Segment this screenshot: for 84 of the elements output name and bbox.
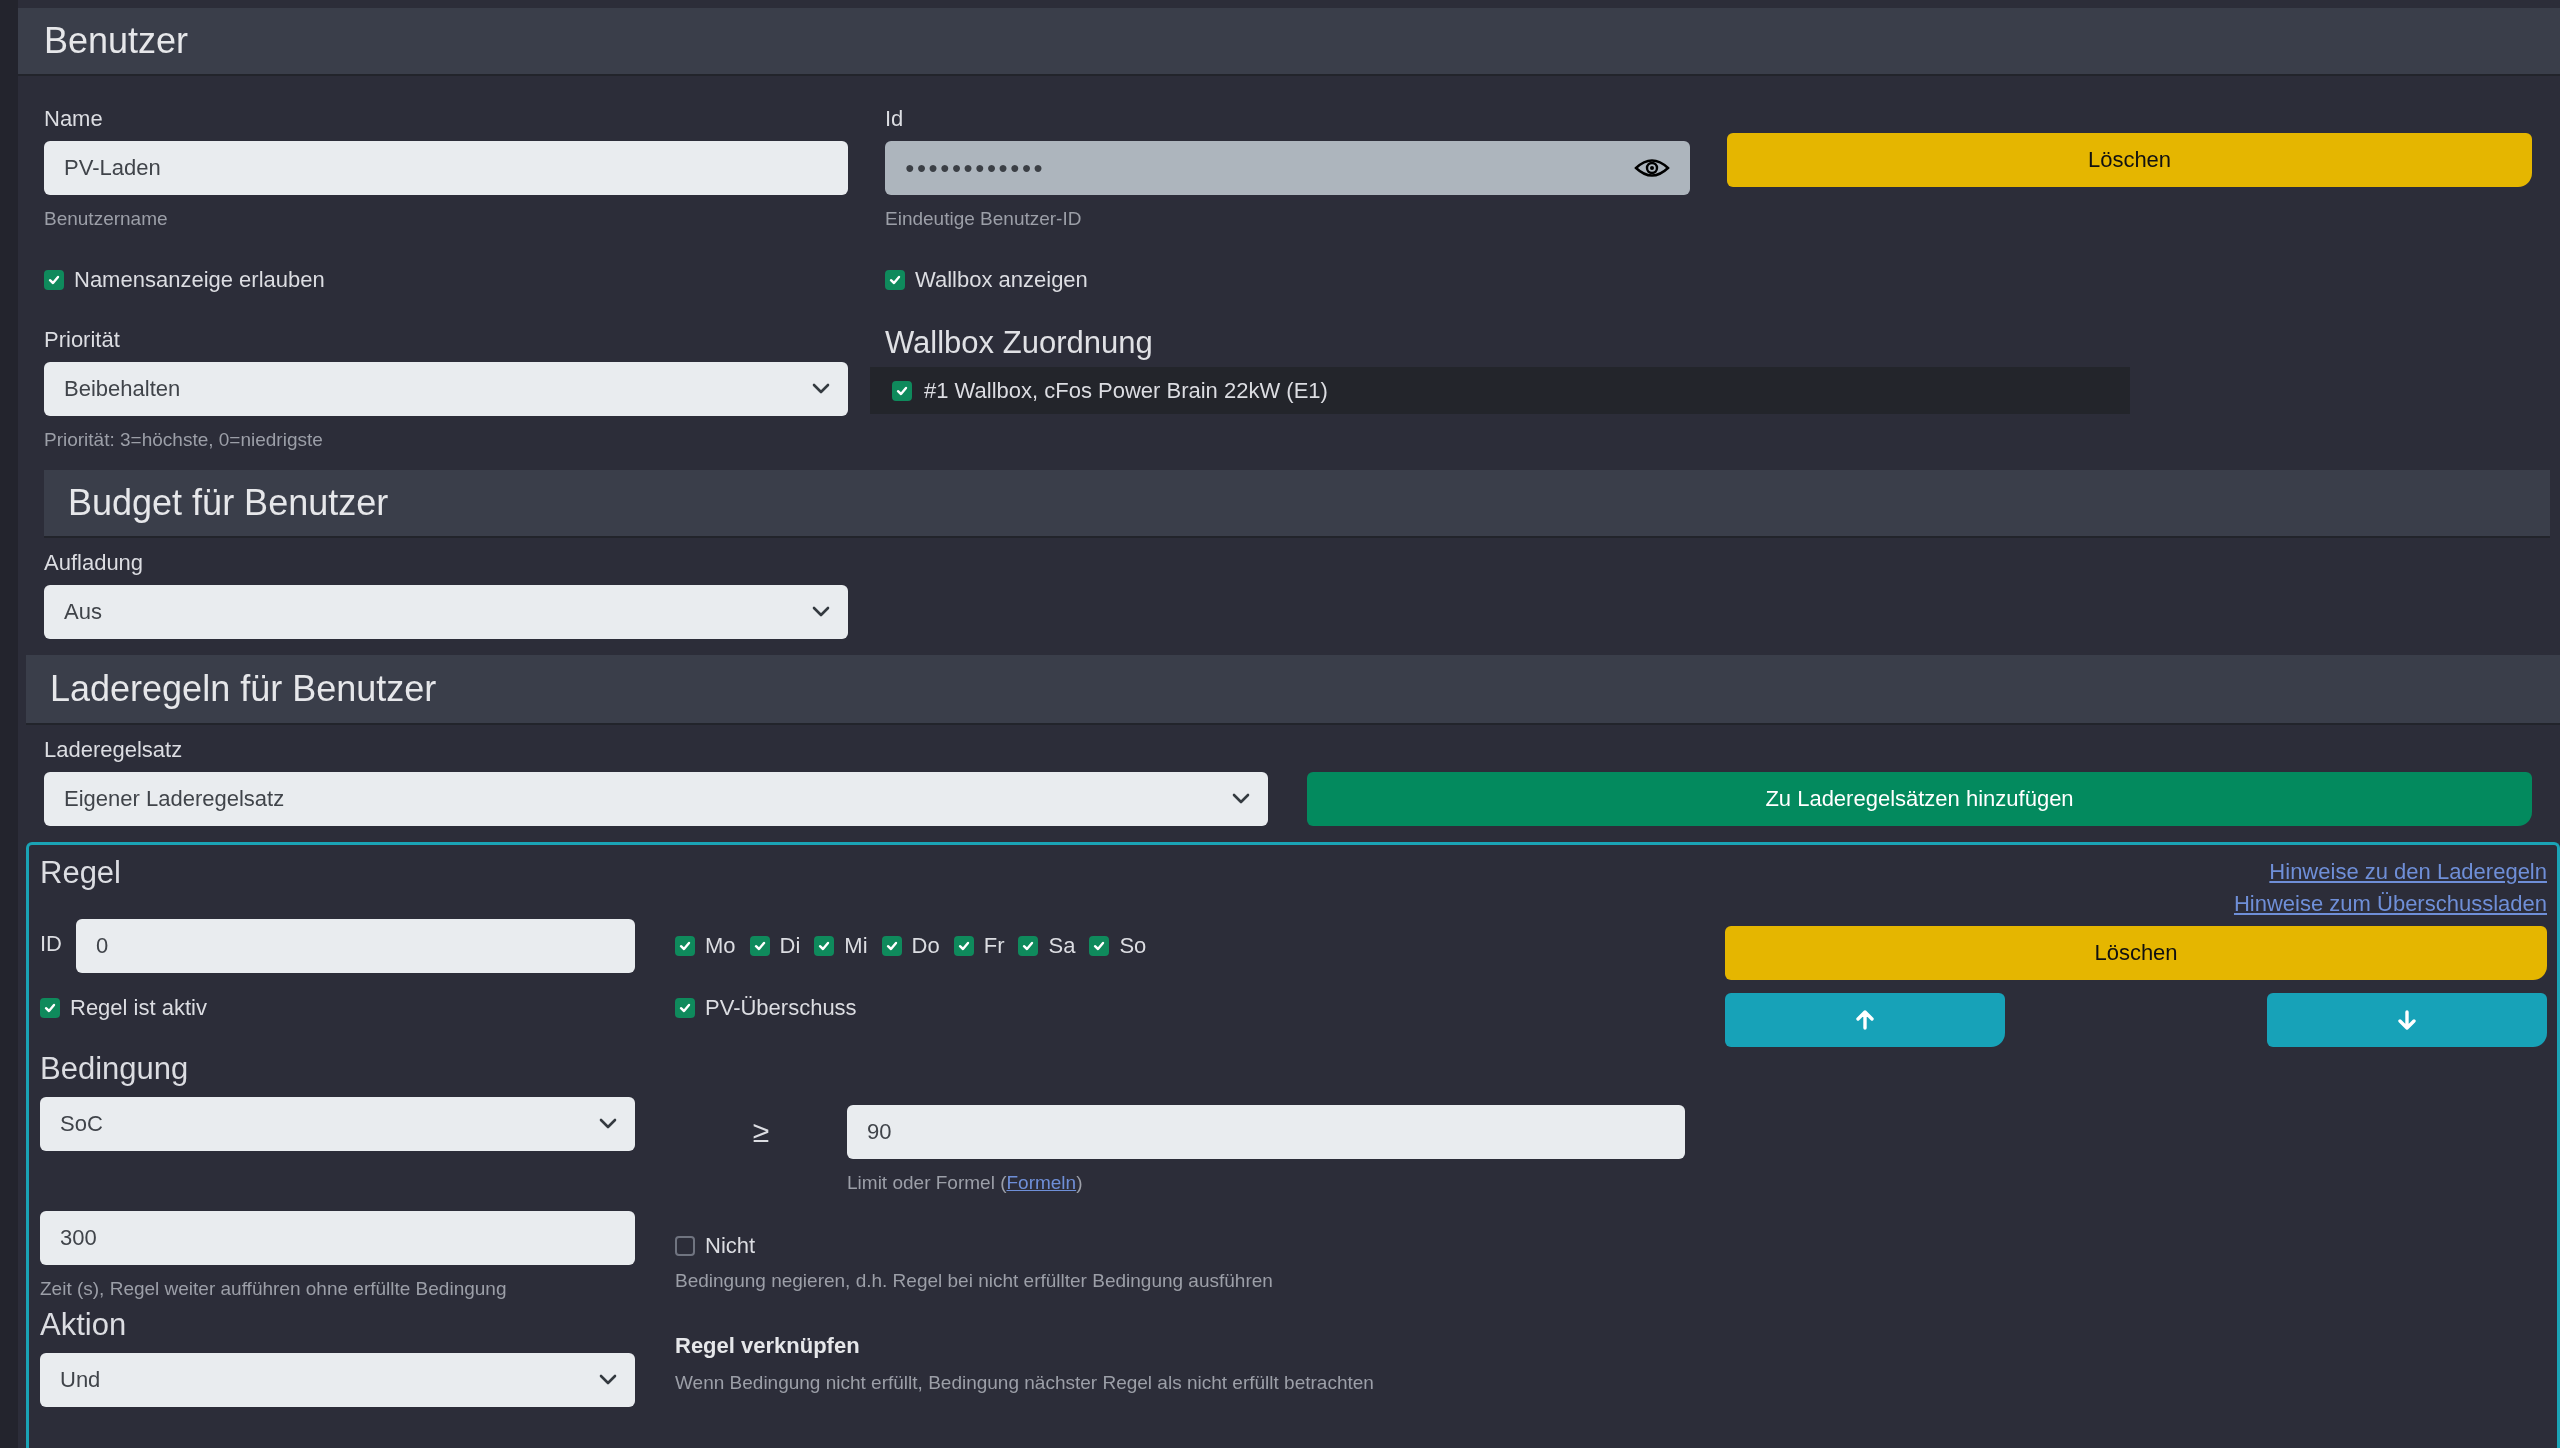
hint-text: Bedingung negieren, d.h. Regel bei nicht erfüllter Bedingung ausführen bbox=[675, 1269, 1274, 1293]
field-label: Name bbox=[44, 106, 104, 132]
checkbox[interactable] bbox=[40, 998, 60, 1018]
checkbox[interactable] bbox=[814, 936, 835, 956]
ruleset-select[interactable]: Eigener Laderegelsatz bbox=[44, 772, 1268, 826]
subsection-title: Bedingung bbox=[40, 1051, 190, 1087]
field-label: Laderegelsatz bbox=[44, 737, 184, 763]
checkbox[interactable] bbox=[885, 270, 905, 290]
hint-text: Priorität: 3=höchste, 0=niedrigste bbox=[44, 428, 324, 452]
chevron-down-icon bbox=[812, 383, 830, 395]
day-label: So bbox=[1119, 933, 1147, 959]
chevron-down-icon bbox=[1232, 793, 1250, 805]
checkbox[interactable] bbox=[675, 936, 695, 956]
help-link[interactable]: Hinweise zu den Laderegeln bbox=[2269, 859, 2547, 885]
day-label: Mo bbox=[705, 933, 736, 959]
checkbox[interactable] bbox=[749, 936, 770, 956]
chevron-down-icon bbox=[812, 606, 830, 618]
hint-text: Eindeutige Benutzer-ID bbox=[885, 207, 1083, 231]
day-label: Fr bbox=[983, 933, 1005, 959]
action-select[interactable]: Und bbox=[40, 1353, 635, 1407]
formulas-link[interactable]: Formeln bbox=[1006, 1172, 1077, 1193]
wallbox-list-item[interactable]: #1 Wallbox, cFos Power Brain 22kW (E1) bbox=[870, 367, 2130, 414]
chevron-down-icon bbox=[599, 1374, 617, 1386]
delete-button[interactable]: Löschen bbox=[1727, 133, 2532, 187]
arrow-down-icon bbox=[2398, 1010, 2416, 1030]
arrow-up-icon bbox=[1856, 1010, 1874, 1030]
section-title: Budget für Benutzer bbox=[68, 482, 389, 524]
checkbox-label: Nicht bbox=[705, 1233, 756, 1259]
day-label: Di bbox=[779, 933, 801, 959]
checkmark-icon bbox=[678, 1001, 692, 1015]
link-rule-label: Regel verknüpfen bbox=[675, 1333, 861, 1359]
checkmark-icon bbox=[752, 939, 767, 953]
checkbox[interactable] bbox=[675, 998, 695, 1018]
charging-select[interactable]: Aus bbox=[44, 585, 848, 639]
section-title: Benutzer bbox=[44, 20, 189, 62]
hint-text: Limit oder Formel (Formeln) bbox=[847, 1171, 1084, 1195]
checkbox[interactable] bbox=[1018, 936, 1039, 956]
hint-text: Zeit (s), Regel weiter aufführen ohne erfüllte Bedingung bbox=[40, 1277, 508, 1301]
id-input[interactable]: ●●●●●●●●●●●● bbox=[885, 141, 1690, 195]
condition-select[interactable]: SoC bbox=[40, 1097, 635, 1151]
checkmark-icon bbox=[43, 1001, 57, 1015]
checkmark-icon bbox=[817, 939, 832, 953]
subsection-title: Aktion bbox=[40, 1307, 128, 1343]
field-label: ID bbox=[40, 931, 62, 957]
hint-text: Wenn Bedingung nicht erfüllt, Bedingung nächster Regel als nicht erfüllt betrachten bbox=[675, 1371, 1375, 1395]
day-label: Sa bbox=[1048, 933, 1076, 959]
checkbox-label: Regel ist aktiv bbox=[70, 995, 207, 1021]
day-label: Do bbox=[911, 933, 940, 959]
checkmark-icon bbox=[1092, 939, 1107, 953]
delete-button[interactable]: Löschen bbox=[1725, 926, 2547, 980]
add-to-rulesets-button[interactable]: Zu Laderegelsätzen hinzufügen bbox=[1307, 772, 2532, 826]
checkbox-label: Wallbox anzeigen bbox=[915, 267, 1088, 293]
subsection-title: Wallbox Zuordnung bbox=[885, 325, 1154, 361]
operator-text: ≥ bbox=[751, 1115, 771, 1149]
day-label: Mi bbox=[844, 933, 868, 959]
checkbox[interactable] bbox=[1089, 936, 1110, 956]
checkbox[interactable] bbox=[44, 270, 64, 290]
field-label: Priorität bbox=[44, 327, 121, 353]
name-input[interactable]: PV-Laden bbox=[44, 141, 848, 195]
duration-input[interactable]: 300 bbox=[40, 1211, 635, 1265]
checkbox[interactable] bbox=[881, 936, 902, 956]
help-link[interactable]: Hinweise zum Überschussladen bbox=[2233, 891, 2547, 917]
checkmark-icon bbox=[1021, 939, 1036, 953]
checkbox[interactable] bbox=[953, 936, 974, 956]
limit-input[interactable]: 90 bbox=[847, 1105, 1685, 1159]
wallbox-label: #1 Wallbox, cFos Power Brain 22kW (E1) bbox=[924, 377, 1328, 404]
field-label: Aufladung bbox=[44, 550, 145, 576]
hint-text: Benutzername bbox=[44, 207, 169, 231]
checkbox-label: Namensanzeige erlauben bbox=[74, 267, 325, 293]
id-input[interactable]: 0 bbox=[76, 919, 635, 973]
checkmark-icon bbox=[888, 273, 902, 287]
eye-icon[interactable] bbox=[1634, 157, 1670, 179]
checkbox-label: PV-Überschuss bbox=[705, 995, 857, 1021]
checkmark-icon bbox=[47, 273, 61, 287]
section-title: Laderegeln für Benutzer bbox=[50, 668, 437, 710]
checkmark-icon bbox=[956, 939, 971, 953]
checkmark-icon bbox=[884, 939, 899, 953]
priority-select[interactable]: Beibehalten bbox=[44, 362, 848, 416]
checkbox[interactable] bbox=[892, 380, 912, 401]
chevron-down-icon bbox=[599, 1118, 617, 1130]
rule-title: Regel bbox=[40, 855, 121, 891]
checkmark-icon bbox=[678, 939, 692, 953]
field-label: Id bbox=[885, 106, 905, 132]
checkbox[interactable] bbox=[675, 1236, 695, 1256]
